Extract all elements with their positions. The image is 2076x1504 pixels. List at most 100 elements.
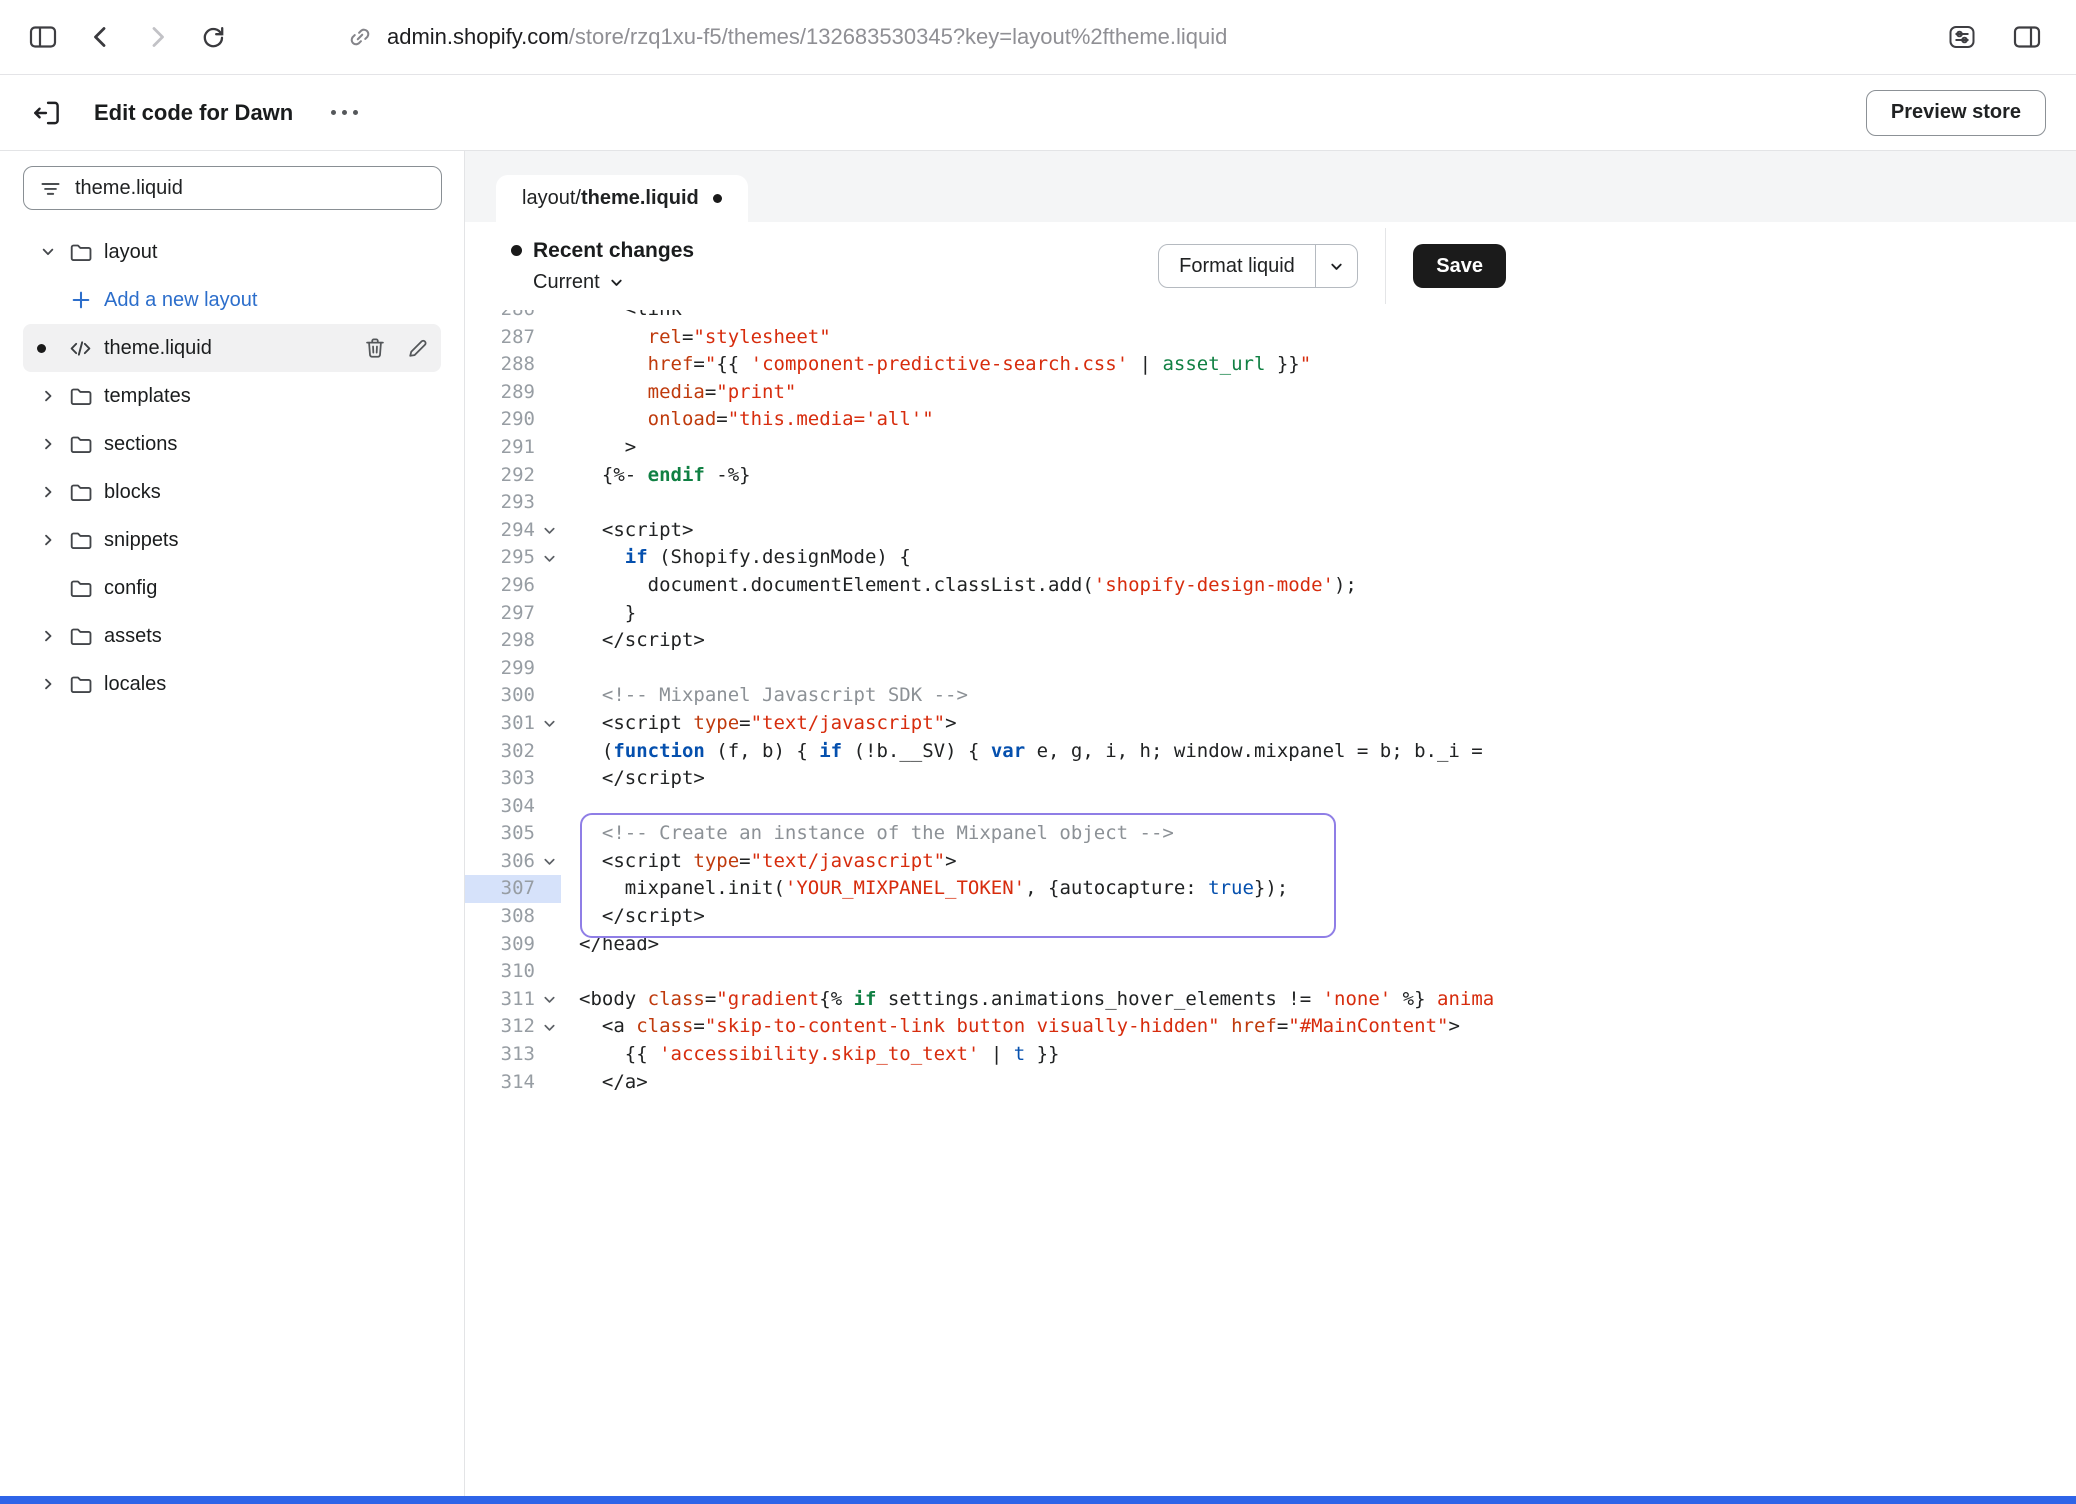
code-line-303[interactable]: 303 </script> xyxy=(465,765,2076,793)
code-line-294[interactable]: 294 <script> xyxy=(465,517,2076,545)
code-line-288[interactable]: 288 href="{{ 'component-predictive-searc… xyxy=(465,351,2076,379)
code-line-305[interactable]: 305 <!-- Create an instance of the Mixpa… xyxy=(465,820,2076,848)
line-number[interactable]: 308 xyxy=(465,903,535,931)
code-line-299[interactable]: 299 xyxy=(465,655,2076,683)
fold-chevron-icon[interactable] xyxy=(535,551,561,566)
line-number[interactable]: 313 xyxy=(465,1041,535,1069)
line-number[interactable]: 309 xyxy=(465,931,535,959)
extensions-icon[interactable] xyxy=(1946,22,1978,52)
line-number[interactable]: 312 xyxy=(465,1013,535,1041)
line-number[interactable]: 287 xyxy=(465,324,535,352)
code-line-312[interactable]: 312 <a class="skip-to-content-link butto… xyxy=(465,1013,2076,1041)
save-button[interactable]: Save xyxy=(1413,244,1506,288)
line-number[interactable]: 297 xyxy=(465,600,535,628)
sidebar-item-blocks[interactable]: blocks xyxy=(23,468,441,516)
code-line-304[interactable]: 304 xyxy=(465,793,2076,821)
line-number[interactable]: 311 xyxy=(465,986,535,1014)
code-line-308[interactable]: 308 </script> xyxy=(465,903,2076,931)
fold-chevron-icon[interactable] xyxy=(535,716,561,731)
file-search-box[interactable] xyxy=(23,166,442,210)
code-line-298[interactable]: 298 </script> xyxy=(465,627,2076,655)
code-line-310[interactable]: 310 xyxy=(465,958,2076,986)
chevron-right-icon[interactable] xyxy=(37,673,59,695)
panel-right-toggle-icon[interactable] xyxy=(2010,21,2044,53)
line-number[interactable]: 293 xyxy=(465,489,535,517)
line-number[interactable]: 294 xyxy=(465,517,535,545)
line-number[interactable]: 300 xyxy=(465,682,535,710)
line-number[interactable]: 296 xyxy=(465,572,535,600)
sidebar-item-theme-liquid[interactable]: theme.liquid xyxy=(23,324,441,372)
sidebar-item-templates[interactable]: templates xyxy=(23,372,441,420)
line-number[interactable]: 305 xyxy=(465,820,535,848)
code-line-306[interactable]: 306 <script type="text/javascript"> xyxy=(465,848,2076,876)
forward-icon[interactable] xyxy=(142,22,172,52)
chevron-right-icon[interactable] xyxy=(37,625,59,647)
code-line-286[interactable]: 286 <link xyxy=(465,310,2076,324)
search-input[interactable] xyxy=(75,177,427,200)
chevron-right-icon[interactable] xyxy=(37,529,59,551)
code-line-289[interactable]: 289 media="print" xyxy=(465,379,2076,407)
overflow-menu-icon[interactable] xyxy=(331,110,358,115)
sidebar-item-sections[interactable]: sections xyxy=(23,420,441,468)
format-liquid-button[interactable]: Format liquid xyxy=(1158,244,1358,288)
fold-chevron-icon[interactable] xyxy=(535,1020,561,1035)
code-line-300[interactable]: 300 <!-- Mixpanel Javascript SDK --> xyxy=(465,682,2076,710)
address-bar[interactable]: admin.shopify.com/store/rzq1xu-f5/themes… xyxy=(346,23,1227,51)
line-number[interactable]: 310 xyxy=(465,958,535,986)
code-line-309[interactable]: 309</head> xyxy=(465,931,2076,959)
fold-chevron-icon[interactable] xyxy=(535,523,561,538)
trash-icon[interactable] xyxy=(362,335,388,361)
pencil-icon[interactable] xyxy=(405,335,431,361)
sidebar-item-layout[interactable]: layout xyxy=(23,228,441,276)
line-number[interactable]: 302 xyxy=(465,738,535,766)
line-number[interactable]: 299 xyxy=(465,655,535,683)
sidebar-item-snippets[interactable]: snippets xyxy=(23,516,441,564)
code-line-292[interactable]: 292 {%- endif -%} xyxy=(465,462,2076,490)
chevron-right-icon[interactable] xyxy=(37,385,59,407)
code-line-296[interactable]: 296 document.documentElement.classList.a… xyxy=(465,572,2076,600)
sidebar-item-locales[interactable]: locales xyxy=(23,660,441,708)
code-line-313[interactable]: 313 {{ 'accessibility.skip_to_text' | t … xyxy=(465,1041,2076,1069)
code-line-311[interactable]: 311<body class="gradient{% if settings.a… xyxy=(465,986,2076,1014)
format-liquid-dropdown[interactable] xyxy=(1315,245,1357,287)
back-icon[interactable] xyxy=(86,22,116,52)
code-editor[interactable]: 286 <link287 rel="stylesheet"288 href="{… xyxy=(465,310,2076,1496)
line-number[interactable]: 286 xyxy=(465,310,535,324)
chevron-right-icon[interactable] xyxy=(37,481,59,503)
preview-store-button[interactable]: Preview store xyxy=(1866,90,2046,136)
tab-theme-liquid[interactable]: layout/theme.liquid xyxy=(496,175,748,222)
code-line-295[interactable]: 295 if (Shopify.designMode) { xyxy=(465,544,2076,572)
line-number[interactable]: 288 xyxy=(465,351,535,379)
code-line-291[interactable]: 291 > xyxy=(465,434,2076,462)
line-number[interactable]: 304 xyxy=(465,793,535,821)
fold-chevron-icon[interactable] xyxy=(535,992,561,1007)
line-number[interactable]: 306 xyxy=(465,848,535,876)
code-line-302[interactable]: 302 (function (f, b) { if (!b.__SV) { va… xyxy=(465,738,2076,766)
code-line-290[interactable]: 290 onload="this.media='all'" xyxy=(465,406,2076,434)
version-selector[interactable]: Current xyxy=(533,271,694,294)
line-number[interactable]: 307 xyxy=(465,875,535,903)
code-line-287[interactable]: 287 rel="stylesheet" xyxy=(465,324,2076,352)
code-line-297[interactable]: 297 } xyxy=(465,600,2076,628)
code-line-307[interactable]: 307 mixpanel.init('YOUR_MIXPANEL_TOKEN',… xyxy=(465,875,2076,903)
chevron-down-icon[interactable] xyxy=(37,241,59,263)
line-number[interactable]: 292 xyxy=(465,462,535,490)
code-line-301[interactable]: 301 <script type="text/javascript"> xyxy=(465,710,2076,738)
reload-icon[interactable] xyxy=(198,22,228,52)
line-number[interactable]: 289 xyxy=(465,379,535,407)
line-number[interactable]: 298 xyxy=(465,627,535,655)
chevron-right-icon[interactable] xyxy=(37,433,59,455)
line-number[interactable]: 314 xyxy=(465,1069,535,1097)
sidebar-item-assets[interactable]: assets xyxy=(23,612,441,660)
line-number[interactable]: 301 xyxy=(465,710,535,738)
line-number[interactable]: 303 xyxy=(465,765,535,793)
exit-code-editor-icon[interactable] xyxy=(30,96,64,130)
line-number[interactable]: 291 xyxy=(465,434,535,462)
code-line-293[interactable]: 293 xyxy=(465,489,2076,517)
sidebar-item-add-a-new-layout[interactable]: Add a new layout xyxy=(23,276,441,324)
code-line-314[interactable]: 314 </a> xyxy=(465,1069,2076,1097)
line-number[interactable]: 295 xyxy=(465,544,535,572)
line-number[interactable]: 290 xyxy=(465,406,535,434)
sidebar-toggle-icon[interactable] xyxy=(26,21,60,53)
fold-chevron-icon[interactable] xyxy=(535,854,561,869)
